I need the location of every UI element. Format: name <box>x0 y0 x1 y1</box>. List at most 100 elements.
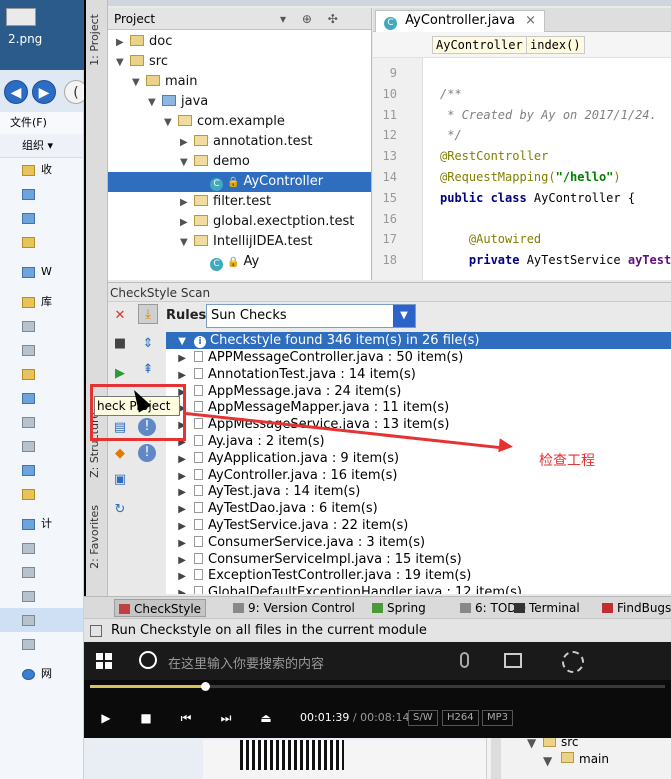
run-checkstyle-icon[interactable]: ▶ <box>110 364 130 384</box>
project-tree-item[interactable]: ▶ doc <box>116 32 172 52</box>
tool-tab[interactable]: Spring <box>368 599 430 617</box>
collapse-all-icon[interactable]: ⇞ <box>138 360 158 380</box>
editor-tab-aycontroller[interactable]: C AyController.java × <box>375 10 546 32</box>
previous-icon[interactable]: ⏮ <box>178 710 194 726</box>
search-icon[interactable] <box>139 651 157 669</box>
task-view-icon[interactable] <box>504 653 522 668</box>
taskbar-search-input[interactable]: 在这里输入你要搜索的内容 <box>168 653 324 672</box>
explorer-nav-item[interactable] <box>0 314 83 338</box>
tool-tab[interactable]: FindBugs <box>598 599 671 617</box>
explorer-nav-item[interactable] <box>0 410 83 434</box>
explorer-nav-item[interactable] <box>0 386 83 410</box>
chevron-down-icon[interactable]: ▼ <box>393 305 415 327</box>
explorer-nav-item[interactable] <box>0 434 83 458</box>
desktop-file-name[interactable]: 2.png <box>8 32 42 46</box>
next-icon[interactable]: ⏭ <box>218 710 234 726</box>
warning-filter-icon[interactable]: ! <box>138 444 156 462</box>
scroll-to-source-icon[interactable]: ⤓ <box>138 304 158 324</box>
expand-arrow-icon[interactable]: ▶ <box>116 33 130 53</box>
explorer-nav-item[interactable]: 收 <box>0 158 83 182</box>
result-file-row[interactable]: ▶ AyTestDao.java : 6 item(s) <box>166 500 377 518</box>
expand-arrow-icon[interactable]: ▶ <box>166 350 194 367</box>
code-line[interactable]: /** <box>440 87 462 101</box>
explorer-nav-item[interactable] <box>0 338 83 362</box>
explorer-nav-item[interactable] <box>0 230 83 254</box>
expand-arrow-icon[interactable]: ▼ <box>180 153 194 173</box>
result-file-row[interactable]: ▶ ConsumerService.java : 3 item(s) <box>166 534 425 551</box>
tool-tab[interactable]: 9: Version Control <box>229 599 359 617</box>
stop-icon[interactable]: ■ <box>110 334 130 354</box>
seek-handle[interactable] <box>201 682 210 691</box>
check-changes-icon[interactable]: ◆ <box>110 444 130 464</box>
explorer-nav-item[interactable] <box>0 560 83 584</box>
tag-h264[interactable]: H264 <box>442 710 479 726</box>
explorer-nav-item[interactable] <box>0 362 83 386</box>
project-tree-item[interactable]: ▼ com.example <box>164 112 285 132</box>
back-arrow-icon[interactable]: ◀ <box>4 80 28 104</box>
result-file-row[interactable]: ▶ AyController.java : 16 item(s) <box>166 467 397 484</box>
explorer-nav-item[interactable] <box>0 584 83 608</box>
project-panel-tools-icon[interactable]: ▾ ⊕ ✣ <box>280 8 344 30</box>
expand-arrow-icon[interactable]: ▶ <box>166 484 194 501</box>
code-line[interactable]: private AyTestService ayTestS <box>440 253 671 267</box>
project-tree-item[interactable]: ▼ java <box>148 92 208 112</box>
tag-sw[interactable]: S/W <box>408 710 438 726</box>
explorer-nav-item[interactable]: W <box>0 260 83 284</box>
expand-arrow-icon[interactable]: ▶ <box>180 193 194 213</box>
expand-arrow-icon[interactable]: ▶ <box>166 501 194 518</box>
explorer-nav-item[interactable] <box>0 536 83 560</box>
expand-arrow-icon[interactable]: ▶ <box>166 468 194 485</box>
expand-arrow-icon[interactable]: ▼ <box>116 53 130 73</box>
close-icon[interactable]: × <box>525 13 536 28</box>
pinned-app-icon[interactable] <box>562 651 584 673</box>
rules-dropdown[interactable]: Sun Checks ▼ <box>206 304 416 328</box>
result-file-row[interactable]: ▶ ConsumerServiceImpl.java : 15 item(s) <box>166 551 461 569</box>
project-tree-item[interactable]: ▼ IntellijIDEA.test <box>180 232 312 252</box>
refresh-icon[interactable]: ↻ <box>110 500 130 520</box>
expand-arrow-icon[interactable]: ▶ <box>166 552 194 569</box>
result-file-row[interactable]: ▶ GlobalDefaultExceptionHandler.java : 12… <box>166 584 522 594</box>
side-tab-favorites[interactable]: 2: Favorites <box>88 505 101 569</box>
project-tree-item[interactable]: ▶ filter.test <box>180 192 271 212</box>
explorer-nav-item[interactable] <box>0 482 83 506</box>
result-file-row[interactable]: ▶ AyTestService.java : 22 item(s) <box>166 517 408 534</box>
code-line[interactable]: public class AyController { <box>440 191 635 205</box>
project-tree-item[interactable]: C 🔒 AyController <box>108 172 371 192</box>
tag-mp3[interactable]: MP3 <box>482 710 514 726</box>
expand-arrow-icon[interactable]: ▶ <box>166 535 194 552</box>
explorer-nav-item[interactable] <box>0 182 83 206</box>
forward-arrow-icon[interactable]: ▶ <box>32 80 56 104</box>
close-icon[interactable]: ✕ <box>110 306 130 326</box>
project-tree-item[interactable]: ▼ src <box>116 52 168 72</box>
expand-arrow-icon[interactable]: ▶ <box>166 585 194 594</box>
expand-all-icon[interactable]: ⇕ <box>138 334 158 354</box>
code-line[interactable]: * Created by Ay on 2017/1/24. <box>440 108 657 122</box>
explorer-nav-item[interactable] <box>0 632 83 656</box>
image-thumbnail[interactable] <box>6 8 36 26</box>
expand-arrow-icon[interactable]: ▶ <box>180 213 194 233</box>
result-file-row[interactable]: ▶ AyApplication.java : 9 item(s) <box>166 450 399 467</box>
explorer-nav-item[interactable] <box>0 608 83 632</box>
explorer-menu-file[interactable]: 文件(F) <box>0 112 83 134</box>
crumb-class[interactable]: AyController <box>432 36 527 54</box>
project-tree-item[interactable]: ▼ main <box>132 72 197 92</box>
result-file-row[interactable]: ▶ AyTest.java : 14 item(s) <box>166 483 360 500</box>
play-icon[interactable]: ▶ <box>98 710 114 726</box>
expand-arrow-icon[interactable]: ▶ <box>166 451 194 468</box>
explorer-organize-button[interactable]: 组织 ▾ <box>0 134 83 158</box>
project-tree-item[interactable]: ▼ demo <box>180 152 250 172</box>
code-line[interactable]: */ <box>440 128 461 142</box>
code-line[interactable]: @RequestMapping("/hello") <box>440 170 621 184</box>
microphone-icon[interactable] <box>460 652 469 668</box>
tool-tab[interactable]: CheckStyle <box>114 599 207 617</box>
project-tree-item[interactable]: ▶ global.exectption.test <box>180 212 354 232</box>
result-file-row[interactable]: ▶ AnnotationTest.java : 14 item(s) <box>166 366 416 383</box>
expand-arrow-icon[interactable]: ▼ <box>180 233 194 253</box>
expand-arrow-icon[interactable]: ▶ <box>166 367 194 384</box>
stop-icon[interactable]: ■ <box>138 710 154 726</box>
config-icon[interactable]: ▣ <box>110 470 130 490</box>
result-file-row[interactable]: ▶ AppMessage.java : 24 item(s) <box>166 383 401 400</box>
tool-tab[interactable]: Terminal <box>510 599 584 617</box>
project-tree-item[interactable]: ▶ annotation.test <box>180 132 312 152</box>
side-tab-project[interactable]: 1: Project <box>88 14 101 66</box>
